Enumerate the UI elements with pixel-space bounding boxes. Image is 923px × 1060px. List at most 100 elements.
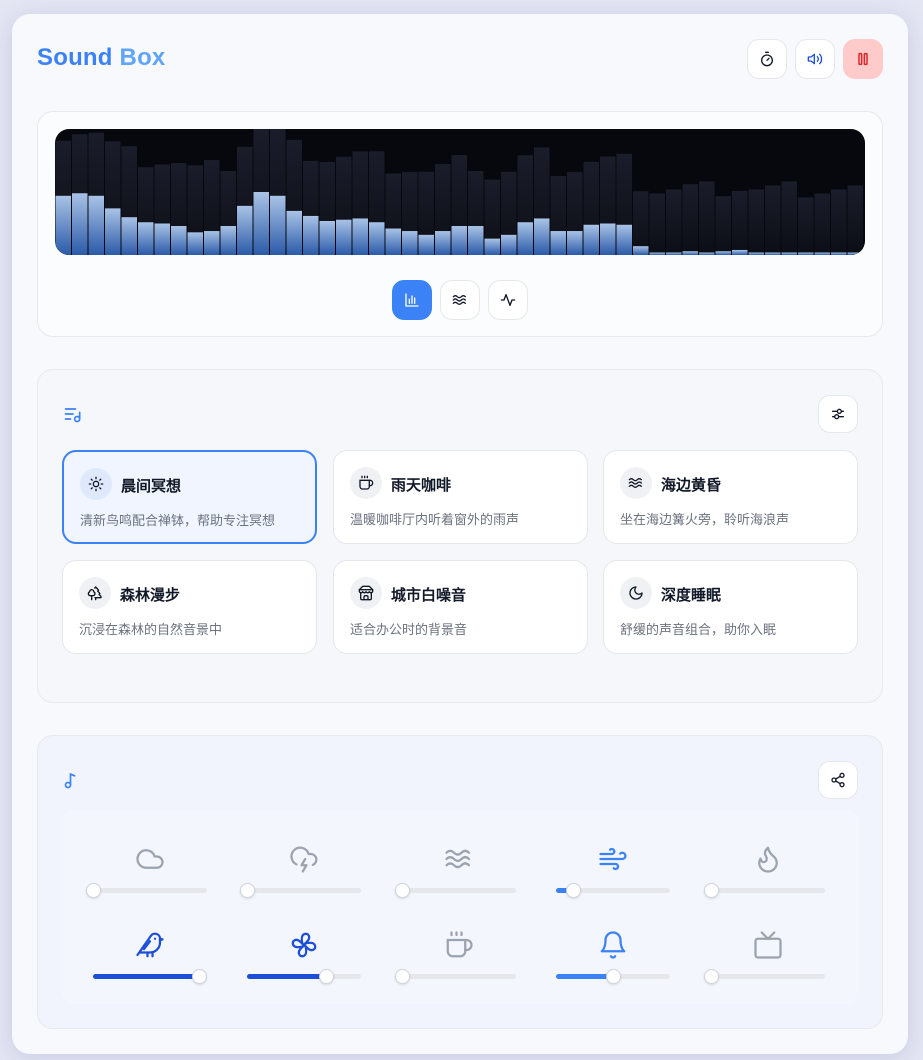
wind-icon[interactable]: [598, 844, 628, 874]
volume-slider-fill: [556, 974, 613, 979]
spectrum-bar: [765, 252, 781, 255]
preset-icon-wrap: [350, 467, 382, 499]
volume-slider[interactable]: [85, 883, 207, 898]
preset-icon-wrap: [620, 577, 652, 609]
volume-slider-thumb[interactable]: [319, 969, 335, 984]
spectrum-bar: [715, 251, 731, 255]
spectrum-bar: [418, 234, 434, 255]
volume-slider-thumb[interactable]: [239, 883, 255, 898]
spectrum-bar: [732, 249, 748, 255]
volume-slider-thumb[interactable]: [565, 883, 581, 898]
spectrum-bar: [649, 252, 665, 255]
flame-icon[interactable]: [753, 844, 783, 874]
preset-icon-wrap: [350, 577, 382, 609]
audio-visualizer: [55, 129, 865, 255]
preset-card-city-white-noise[interactable]: 城市白噪音 适合办公时的背景音: [333, 560, 588, 654]
spectrum-bar: [105, 208, 121, 255]
channel-rain-cloud: [85, 844, 207, 910]
spectrum-bar-trail: [748, 189, 764, 255]
preset-desc: 坐在海边篝火旁，聆听海浪声: [620, 513, 790, 528]
spectrum-bar-trail: [732, 190, 748, 255]
waves-icon: [628, 478, 642, 488]
app-window: Sound Box 晨间冥想 清新鸟鸣配合禅钵，帮助专注冥想 雨天咖啡 温暖咖啡…: [12, 14, 908, 1054]
share-button[interactable]: [818, 761, 858, 799]
preset-card-rainy-cafe[interactable]: 雨天咖啡 温暖咖啡厅内听着窗外的雨声: [333, 450, 588, 544]
spectrum-bar: [550, 231, 566, 255]
preset-card-morning-meditation[interactable]: 晨间冥想 清新鸟鸣配合禅钵，帮助专注冥想: [62, 450, 317, 544]
volume-slider-thumb[interactable]: [191, 969, 207, 984]
volume-slider-fill: [247, 974, 327, 979]
bird-icon[interactable]: [135, 930, 165, 960]
spectrum-bar-trail: [715, 196, 731, 255]
preset-desc: 清新鸟鸣配合禅钵，帮助专注冥想: [80, 514, 276, 529]
preset-name: 深度睡眠: [661, 586, 722, 604]
spectrum-bar: [303, 215, 319, 255]
spectrum-bar: [187, 232, 203, 255]
spectrum-bar: [204, 231, 220, 255]
trees-icon: [87, 586, 102, 601]
volume-button[interactable]: [795, 39, 835, 79]
sun-icon: [88, 476, 104, 492]
preset-card-deep-sleep[interactable]: 深度睡眠 舒缓的声音组合，助你入眠: [603, 560, 858, 654]
preset-card-seaside-dusk[interactable]: 海边黄昏 坐在海边篝火旁，聆听海浪声: [603, 450, 858, 544]
mode-waves-button[interactable]: [440, 280, 480, 320]
volume-slider-thumb[interactable]: [85, 883, 101, 898]
spectrum-bar-trail: [781, 181, 797, 255]
volume-slider-thumb[interactable]: [703, 969, 719, 984]
volume-slider[interactable]: [556, 883, 670, 898]
spectrum-bar-trail: [633, 191, 649, 255]
moon-icon: [629, 586, 643, 600]
preset-card-forest-walk[interactable]: 森林漫步 沉浸在森林的自然音景中: [62, 560, 317, 654]
spectrum-bar: [501, 234, 517, 255]
spectrum-bar: [517, 222, 533, 255]
spectrum-bar: [831, 252, 847, 255]
volume-slider[interactable]: [239, 883, 361, 898]
volume-slider[interactable]: [394, 883, 516, 898]
preset-name: 海边黄昏: [661, 476, 722, 494]
volume-slider[interactable]: [703, 969, 825, 984]
mode-activity-button[interactable]: [488, 280, 528, 320]
spectrum-bar: [567, 231, 583, 255]
presets-card: 晨间冥想 清新鸟鸣配合禅钵，帮助专注冥想 雨天咖啡 温暖咖啡厅内听着窗外的雨声: [37, 369, 883, 703]
spectrum-bar: [55, 195, 71, 255]
cloud-lightning-icon[interactable]: [289, 844, 319, 874]
waves-icon[interactable]: [444, 844, 474, 874]
spectrum-bar: [682, 251, 698, 255]
mode-bars-button[interactable]: [392, 280, 432, 320]
visualizer-card: [37, 111, 883, 337]
volume-slider[interactable]: [556, 969, 670, 984]
coffee-icon[interactable]: [444, 930, 474, 960]
volume-slider-thumb[interactable]: [394, 969, 410, 984]
tv-icon[interactable]: [753, 930, 783, 960]
volume-slider[interactable]: [247, 969, 361, 984]
visualizer-mode-group: [392, 280, 528, 320]
preset-name: 森林漫步: [120, 586, 181, 604]
preset-settings-button[interactable]: [818, 395, 858, 433]
spectrum-bar-trail: [699, 181, 715, 255]
volume-slider-thumb[interactable]: [605, 969, 621, 984]
fan-icon[interactable]: [289, 930, 319, 960]
spectrum-bar: [319, 220, 335, 255]
volume-slider-thumb[interactable]: [703, 883, 719, 898]
sound-mixer-panel: [62, 810, 859, 1004]
preset-name: 雨天咖啡: [391, 476, 452, 494]
timer-button[interactable]: [747, 39, 787, 79]
volume-slider[interactable]: [703, 883, 825, 898]
share-icon: [831, 772, 845, 788]
pause-button[interactable]: [843, 39, 883, 79]
spectrum-bar: [468, 226, 484, 255]
spectrum-bar-trail: [814, 193, 830, 255]
spectrum-bar: [484, 238, 500, 255]
bell-icon[interactable]: [598, 930, 628, 960]
volume-slider[interactable]: [394, 969, 516, 984]
pause-icon: [858, 52, 868, 66]
volume-slider[interactable]: [93, 969, 207, 984]
spectrum-bar: [699, 252, 715, 255]
spectrum-bar: [138, 222, 154, 255]
spectrum-bar-trail: [831, 189, 847, 255]
volume-slider-thumb[interactable]: [394, 883, 410, 898]
cloud-icon[interactable]: [135, 844, 165, 874]
app-title: Sound Box: [37, 44, 165, 72]
spectrum-bar: [253, 192, 269, 255]
spectrum-bar: [385, 228, 401, 255]
